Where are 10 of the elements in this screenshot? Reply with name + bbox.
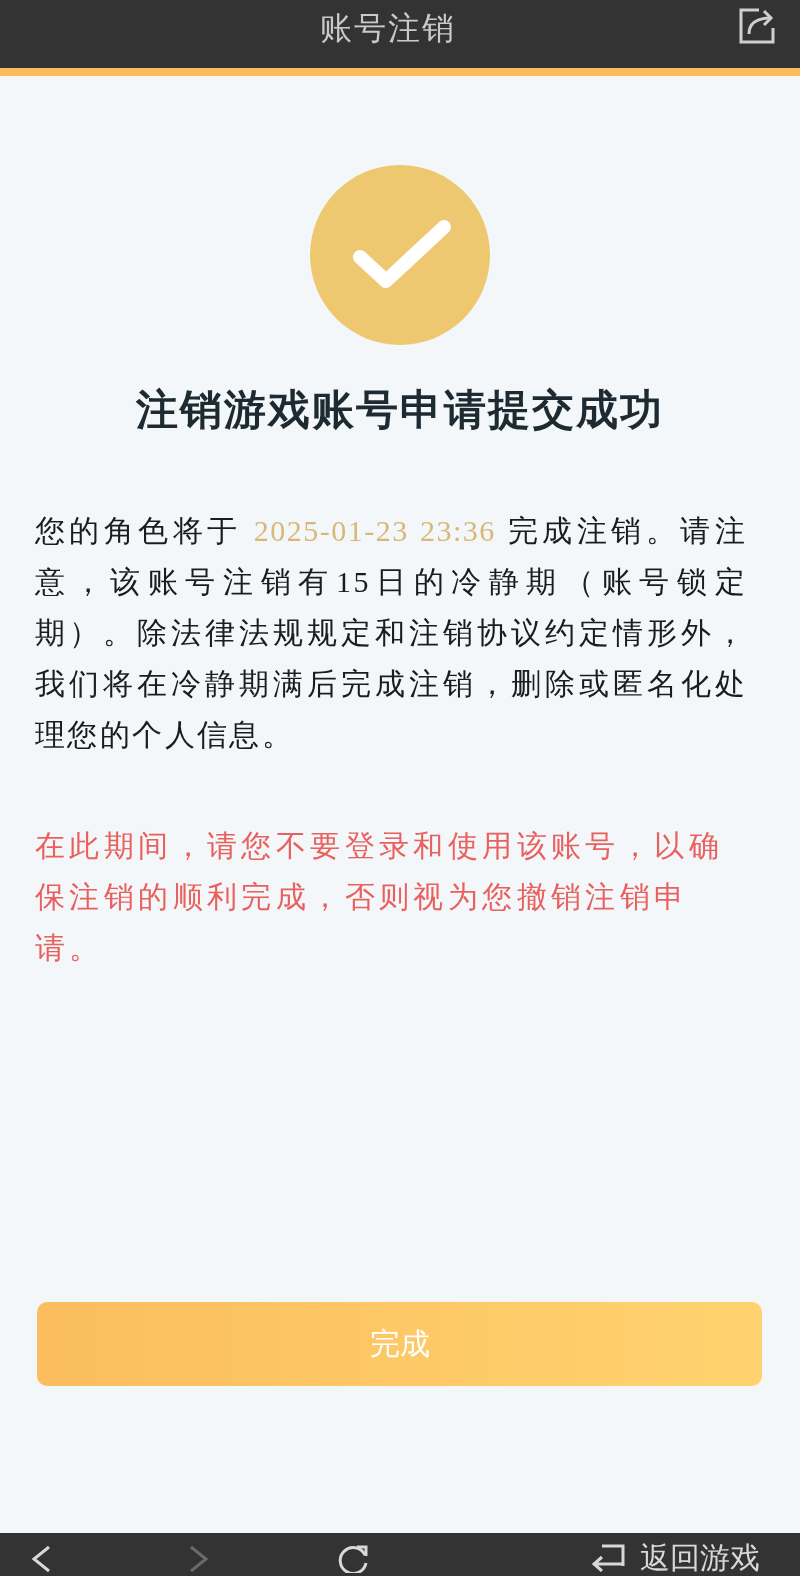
warning-text: 在此期间，请您不要登录和使用该账号，以确保注销的顺利完成，否则视为您撤销注销申请。 <box>35 827 724 967</box>
page-title: 账号注销 <box>320 12 456 49</box>
return-to-game-button[interactable]: 返回游戏 <box>590 1542 760 1574</box>
back-icon[interactable] <box>30 1545 52 1573</box>
exit-icon <box>590 1544 626 1572</box>
refresh-icon[interactable] <box>336 1543 370 1573</box>
check-circle-icon <box>310 165 490 345</box>
notice-text: 您的角色将于 2025-01-23 23:36 完成注销。请注意，该账号注销有15日的冷静期（账号锁定期）。除法律法规规定和注销协议约定情形外，我们将在冷静期满后完成注销，删除或匿名化处理您的个人信息。 <box>35 513 747 753</box>
success-heading: 注销游戏账号申请提交成功 <box>135 389 665 431</box>
share-icon[interactable] <box>738 7 776 45</box>
